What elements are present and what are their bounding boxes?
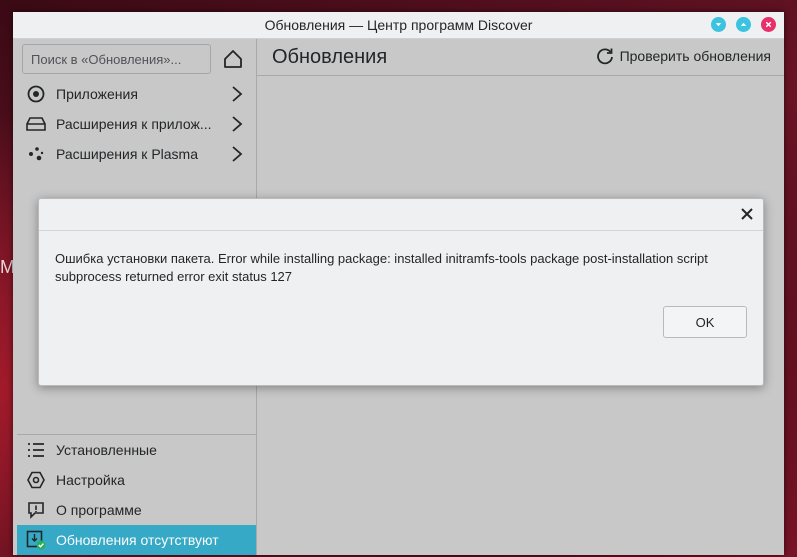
bottom-nav: Установленные Настройка О программе Обно… bbox=[17, 434, 256, 555]
window-controls bbox=[711, 17, 776, 32]
check-updates-button[interactable]: Проверить обновления bbox=[596, 47, 771, 65]
close-icon bbox=[765, 21, 772, 28]
maximize-button[interactable] bbox=[736, 17, 751, 32]
sidebar-item-label: Приложения bbox=[56, 86, 138, 102]
close-window-button[interactable] bbox=[761, 17, 776, 32]
close-icon[interactable] bbox=[739, 206, 755, 222]
minimize-button[interactable] bbox=[711, 17, 726, 32]
applications-icon bbox=[26, 84, 46, 104]
home-button[interactable] bbox=[221, 47, 245, 71]
sidebar-item-addons[interactable]: Расширения к прилож... bbox=[17, 109, 256, 139]
plasma-icon bbox=[26, 144, 46, 164]
updates-ok-icon bbox=[26, 530, 46, 550]
nav-label: Обновления отсутствуют bbox=[56, 532, 219, 548]
refresh-icon bbox=[596, 48, 613, 65]
chevron-right-icon bbox=[232, 146, 243, 162]
search-row bbox=[17, 39, 256, 79]
chevron-right-icon bbox=[232, 86, 243, 102]
search-input[interactable] bbox=[22, 44, 211, 74]
nav-settings[interactable]: Настройка bbox=[17, 465, 256, 495]
title-bar[interactable]: Обновления — Центр программ Discover bbox=[13, 12, 784, 39]
sidebar-item-applications[interactable]: Приложения bbox=[17, 79, 256, 109]
chevron-up-icon bbox=[740, 22, 747, 26]
home-icon bbox=[224, 50, 242, 68]
ok-button[interactable]: OK bbox=[663, 306, 747, 338]
nav-label: Настройка bbox=[56, 472, 125, 488]
window-title: Обновления — Центр программ Discover bbox=[264, 17, 533, 33]
nav-updates[interactable]: Обновления отсутствуют bbox=[17, 525, 256, 555]
nav-installed[interactable]: Установленные bbox=[17, 435, 256, 465]
error-dialog: Ошибка установки пакета. Error while ins… bbox=[38, 198, 764, 386]
addons-icon bbox=[26, 114, 46, 134]
sidebar-item-label: Расширения к прилож... bbox=[56, 116, 212, 132]
nav-about[interactable]: О программе bbox=[17, 495, 256, 525]
page-title: Обновления bbox=[272, 45, 388, 68]
dialog-header bbox=[39, 199, 763, 231]
check-updates-label: Проверить обновления bbox=[619, 48, 771, 64]
list-icon bbox=[26, 440, 46, 460]
settings-icon bbox=[26, 470, 46, 490]
chevron-right-icon bbox=[232, 116, 243, 132]
sidebar-item-plasma[interactable]: Расширения к Plasma bbox=[17, 139, 256, 169]
nav-label: О программе bbox=[56, 502, 142, 518]
about-icon bbox=[26, 500, 46, 520]
sidebar-item-label: Расширения к Plasma bbox=[56, 146, 199, 162]
page-header: Обновления Проверить обновления bbox=[257, 39, 784, 76]
error-message: Ошибка установки пакета. Error while ins… bbox=[55, 251, 708, 284]
nav-label: Установленные bbox=[56, 442, 157, 458]
chevron-down-icon bbox=[715, 23, 722, 27]
